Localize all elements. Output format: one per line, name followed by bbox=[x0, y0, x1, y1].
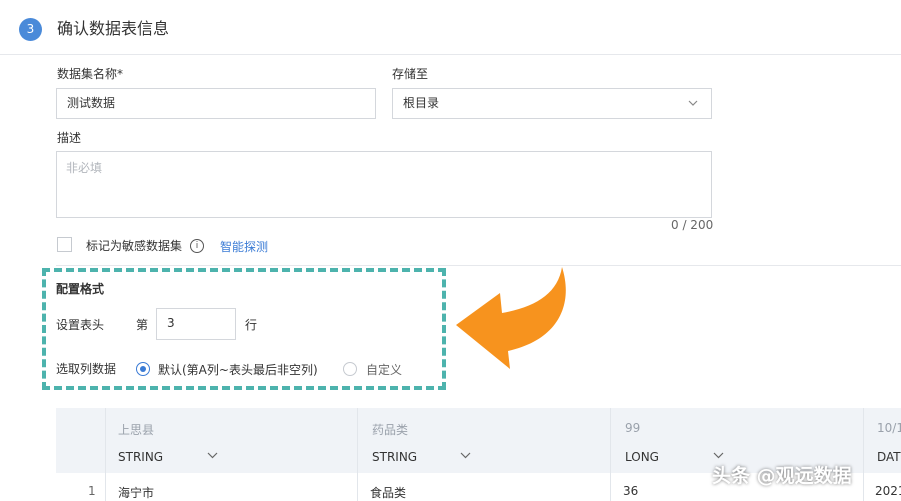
column-separator bbox=[610, 408, 611, 501]
column-name: 10/1 bbox=[877, 421, 901, 435]
row-number: 1 bbox=[88, 484, 96, 498]
column-name: 99 bbox=[625, 421, 641, 435]
header-row-label: 设置表头 bbox=[56, 318, 105, 332]
description-counter: 0 / 200 bbox=[671, 218, 714, 232]
table-cell: 36 bbox=[623, 484, 639, 498]
smart-detect-link[interactable]: 智能探测 bbox=[220, 238, 268, 255]
config-title: 配置格式 bbox=[56, 282, 105, 296]
header-row-input[interactable]: 3 bbox=[156, 308, 236, 340]
table-cell: 食品类 bbox=[370, 486, 407, 500]
column-type-select[interactable]: STRING bbox=[118, 450, 163, 464]
column-name: 上思县 bbox=[118, 423, 155, 437]
info-icon[interactable]: i bbox=[190, 239, 204, 253]
select-columns-label: 选取列数据 bbox=[56, 362, 117, 376]
column-name: 药品类 bbox=[372, 423, 409, 437]
save-to-value: 根目录 bbox=[403, 96, 440, 110]
sensitive-checkbox[interactable] bbox=[57, 237, 72, 252]
chevron-down-icon[interactable] bbox=[207, 452, 218, 459]
dataset-name-label: 数据集名称* bbox=[57, 67, 124, 81]
table-cell: 海宁市 bbox=[118, 486, 155, 500]
description-textarea[interactable]: 非必填 bbox=[56, 151, 712, 218]
dataset-name-input[interactable]: 测试数据 bbox=[56, 88, 376, 119]
chevron-down-icon[interactable] bbox=[713, 452, 724, 459]
watermark: 头条 @观远数据 bbox=[712, 465, 852, 487]
column-type-select[interactable]: DAT bbox=[877, 450, 901, 464]
column-type-select[interactable]: LONG bbox=[625, 450, 659, 464]
column-type-select[interactable]: STRING bbox=[372, 450, 417, 464]
radio-default-label[interactable]: 默认(第A列~表头最后非空列) bbox=[158, 361, 318, 378]
column-separator bbox=[863, 408, 864, 501]
column-separator bbox=[357, 408, 358, 501]
radio-custom[interactable] bbox=[343, 362, 357, 376]
step-number-badge: 3 bbox=[19, 18, 42, 41]
header-row-suffix: 行 bbox=[245, 318, 258, 332]
header-row-prefix: 第 bbox=[136, 318, 149, 332]
step-title: 确认数据表信息 bbox=[57, 19, 170, 38]
sensitive-label: 标记为敏感数据集 bbox=[86, 239, 183, 253]
table-cell: 2021 bbox=[875, 484, 901, 498]
save-to-select[interactable]: 根目录 bbox=[392, 88, 712, 119]
description-placeholder: 非必填 bbox=[66, 161, 103, 175]
radio-default[interactable] bbox=[136, 362, 150, 376]
chevron-down-icon bbox=[688, 100, 698, 106]
chevron-down-icon[interactable] bbox=[460, 452, 471, 459]
radio-custom-label[interactable]: 自定义 bbox=[366, 361, 402, 378]
curved-arrow-icon bbox=[456, 267, 566, 369]
column-separator bbox=[105, 408, 106, 501]
save-to-label: 存储至 bbox=[392, 67, 429, 81]
description-label: 描述 bbox=[57, 131, 82, 145]
